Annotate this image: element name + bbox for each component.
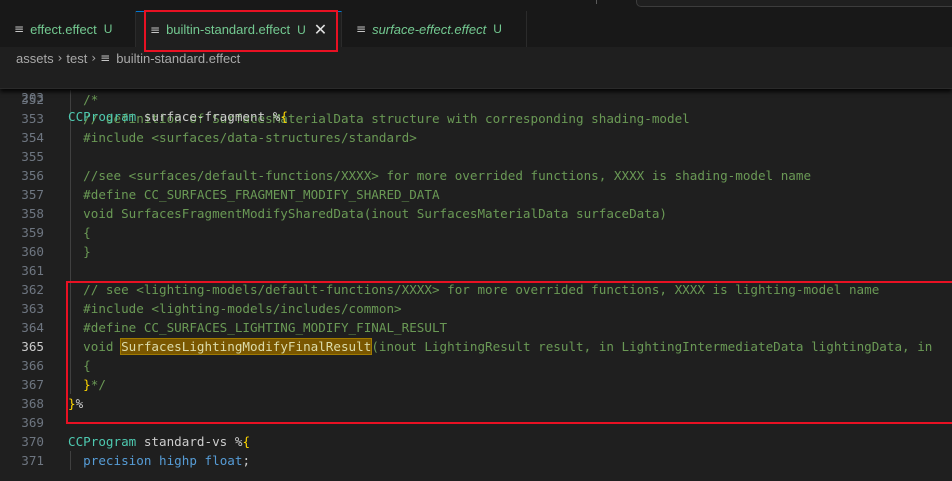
command-center[interactable] [636,0,952,7]
code-text: void SurfacesLightingModifyFinalResult(i… [83,338,933,355]
code-line[interactable]: 364 #define CC_SURFACES_LIGHTING_MODIFY_… [0,318,952,337]
title-bar-separator [596,0,597,4]
code-text: //see <surfaces/default-functions/XXXX> … [83,168,812,183]
code-line[interactable]: 358 void SurfacesFragmentModifySharedDat… [0,204,952,223]
indent-guide [70,451,71,470]
breadcrumb: assets › test › ≡ builtin-standard.effec… [0,47,952,69]
chevron-right-icon: › [57,51,63,65]
tab-label: effect.effect [30,21,97,37]
code-text: #include <lighting-models/includes/commo… [83,301,402,316]
sticky-scroll-header[interactable]: 203 CCProgram surface-fragment %{ [0,69,952,124]
code-text: precision highp float; [83,453,251,468]
line-number: 366 [21,358,44,373]
code-line[interactable]: 369 [0,413,952,432]
code-line[interactable]: 371 precision highp float; [0,451,952,470]
chevron-right-icon: › [91,51,97,65]
line-number: 371 [21,453,44,468]
code-line[interactable]: 361 [0,261,952,280]
code-line[interactable]: 357 #define CC_SURFACES_FRAGMENT_MODIFY_… [0,185,952,204]
line-number: 359 [21,225,44,240]
file-lines-icon: ≡ [356,22,367,36]
line-number: 356 [21,168,44,183]
line-number: 365 [21,339,44,354]
tab-builtin-standard-effect[interactable]: ≡ builtin-standard.effect U ✕ [136,11,342,47]
code-editor[interactable]: 203 CCProgram surface-fragment %{ 352 /*… [0,69,952,481]
tab-label: builtin-standard.effect [166,22,291,37]
title-bar-strip [0,0,952,11]
code-line[interactable]: 360 } [0,242,952,261]
line-number: 362 [21,282,44,297]
line-number: 355 [21,149,44,164]
git-status-badge: U [103,22,113,36]
code-line[interactable]: 354 #include <surfaces/data-structures/s… [0,128,952,147]
line-number: 370 [21,434,44,449]
code-text: { [83,225,91,240]
breadcrumb-item-file[interactable]: builtin-standard.effect [116,51,240,66]
git-status-badge: U [297,22,306,37]
code-line[interactable]: 356 //see <surfaces/default-functions/XX… [0,166,952,185]
line-number: 364 [21,320,44,335]
file-lines-icon: ≡ [100,51,111,65]
sticky-line[interactable]: 203 CCProgram surface-fragment %{ [0,69,952,124]
code-line[interactable]: 366 { [0,356,952,375]
code-line[interactable]: 362 // see <lighting-models/default-func… [0,280,952,299]
line-number: 360 [21,244,44,259]
line-number: 361 [21,263,44,278]
code-text: } [83,244,91,259]
line-number: 369 [21,415,44,430]
code-text: CCProgram standard-vs %{ [68,434,251,449]
line-number: 367 [21,377,44,392]
code-text: CCProgram surface-fragment %{ [68,109,288,124]
code-line[interactable]: 359 { [0,223,952,242]
git-status-badge: U [493,22,502,36]
line-number: 368 [21,396,44,411]
breadcrumb-item-test[interactable]: test [66,51,87,66]
code-text: #define CC_SURFACES_LIGHTING_MODIFY_FINA… [83,320,448,335]
code-line[interactable]: 365 void SurfacesLightingModifyFinalResu… [0,337,952,356]
search-match-highlight: SurfacesLightingModifyFinalResult [120,338,373,355]
tab-effect-effect[interactable]: ≡ effect.effect U [0,11,136,47]
code-line[interactable]: 355 [0,147,952,166]
code-text: }*/ [83,377,106,392]
line-number: 203 [21,90,44,105]
code-line[interactable]: 367 }*/ [0,375,952,394]
tab-label: surface-effect.effect [372,21,487,37]
tab-bar: ≡ effect.effect U ≡ builtin-standard.eff… [0,11,952,47]
indent-guide [70,90,71,394]
code-text: // see <lighting-models/default-function… [83,282,880,297]
code-line[interactable]: 370 CCProgram standard-vs %{ [0,432,952,451]
code-text: }% [68,396,84,411]
line-number: 363 [21,301,44,316]
line-number: 357 [21,187,44,202]
file-lines-icon: ≡ [14,22,25,36]
code-text: #include <surfaces/data-structures/stand… [83,130,417,145]
code-text: { [83,358,91,373]
code-line[interactable]: 368}% [0,394,952,413]
tab-surface-effect-effect[interactable]: ≡ surface-effect.effect U [342,11,527,47]
code-line[interactable]: 363 #include <lighting-models/includes/c… [0,299,952,318]
line-number: 358 [21,206,44,221]
code-text: #define CC_SURFACES_FRAGMENT_MODIFY_SHAR… [83,187,440,202]
breadcrumb-item-assets[interactable]: assets [16,51,54,66]
close-icon[interactable]: ✕ [314,20,327,39]
code-text: void SurfacesFragmentModifySharedData(in… [83,206,667,221]
file-lines-icon: ≡ [150,22,161,37]
